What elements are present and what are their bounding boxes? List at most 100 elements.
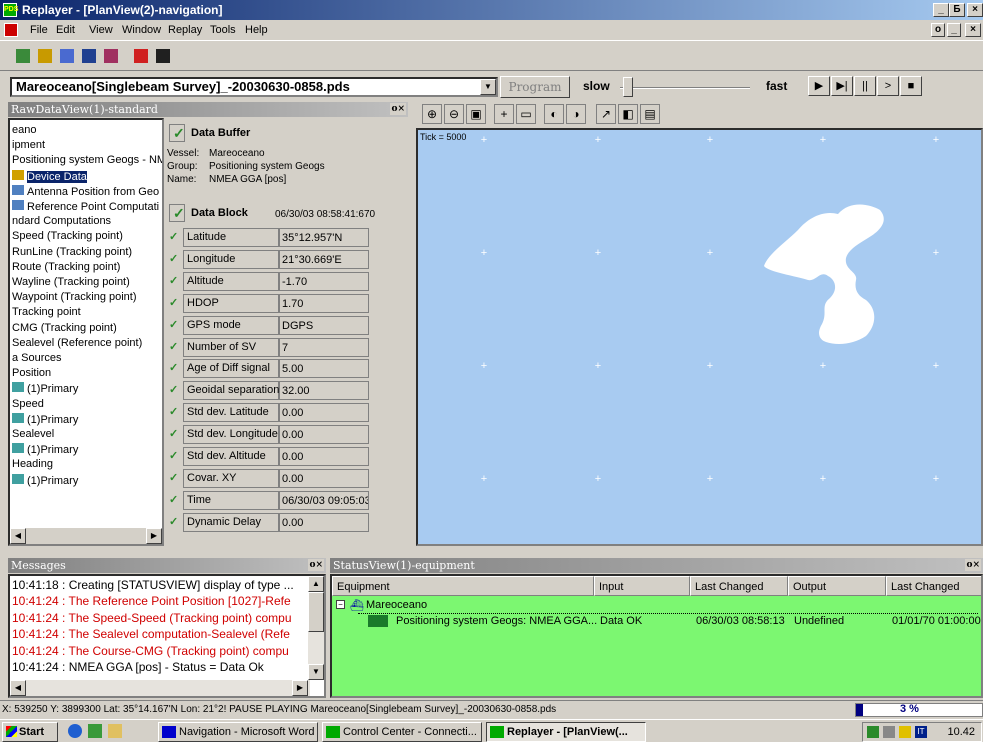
scroll-thumb[interactable] <box>308 592 324 632</box>
scroll-up-icon[interactable]: ▲ <box>308 576 324 592</box>
tray-app-icon[interactable] <box>899 726 911 738</box>
properties-icon[interactable]: ▤ <box>640 104 660 124</box>
center-icon[interactable]: ◑ <box>566 104 586 124</box>
tree-item[interactable]: Tracking point <box>12 306 81 318</box>
menu-view[interactable]: View <box>89 24 113 36</box>
language-icon[interactable]: IT <box>915 726 927 738</box>
tree-item[interactable]: Wayline (Tracking point) <box>12 276 130 288</box>
play-button[interactable]: ▶ <box>808 76 830 96</box>
zoom-extents-icon[interactable]: ▣ <box>466 104 486 124</box>
explorer-icon[interactable] <box>88 724 102 738</box>
zoom-out-icon[interactable]: ⊖ <box>444 104 464 124</box>
scroll-down-icon[interactable]: ▼ <box>308 664 324 680</box>
start-button[interactable]: Start <box>2 722 58 742</box>
program-button[interactable]: Program <box>500 76 570 98</box>
task-word[interactable]: Navigation - Microsoft Word <box>158 722 318 742</box>
vessel-node[interactable]: Mareoceano <box>366 599 427 611</box>
menu-help[interactable]: Help <box>245 24 268 36</box>
child-close-button[interactable]: × <box>965 23 981 37</box>
tree-item[interactable]: RunLine (Tracking point) <box>12 246 132 258</box>
crosshair-icon[interactable]: + <box>494 104 514 124</box>
tool-button-7[interactable] <box>152 45 172 65</box>
speed-slider-thumb[interactable] <box>622 77 633 97</box>
tree-item[interactable]: Sealevel (Reference point) <box>12 337 142 349</box>
tree-horizontal-scrollbar[interactable]: ◀ ▶ <box>10 528 162 544</box>
layers-icon[interactable]: ◧ <box>618 104 638 124</box>
messages-vertical-scrollbar[interactable]: ▲ ▼ <box>308 576 324 680</box>
table-row[interactable]: Positioning system Geogs: NMEA GGA... Da… <box>358 613 981 629</box>
tree-item[interactable]: CMG (Tracking point) <box>12 322 117 334</box>
tool-button-5[interactable] <box>100 45 120 65</box>
tree-item[interactable]: Route (Tracking point) <box>12 261 120 273</box>
messages-horizontal-scrollbar[interactable]: ◀ ▶ <box>10 680 310 696</box>
menu-window[interactable]: Window <box>122 24 161 36</box>
scroll-right-icon[interactable]: ▶ <box>292 680 308 696</box>
step-forward-button[interactable]: ▶| <box>831 76 853 96</box>
tree-item[interactable]: Waypoint (Tracking point) <box>12 291 137 303</box>
tool-button-4[interactable] <box>78 45 98 65</box>
task-replayer[interactable]: Replayer - [PlanView(... <box>486 722 646 742</box>
column-header-output[interactable]: Output <box>788 576 886 596</box>
scroll-left-icon[interactable]: ◀ <box>10 680 26 696</box>
child-minimize-button[interactable]: _ <box>947 23 961 37</box>
maximize-button[interactable]: Б <box>949 3 965 17</box>
panel-close-icon[interactable]: o× <box>308 559 324 571</box>
panel-close-icon[interactable]: o× <box>390 103 406 115</box>
menu-file[interactable]: File <box>30 24 48 36</box>
tool-button-2[interactable] <box>34 45 54 65</box>
collapse-icon[interactable]: − <box>336 600 345 609</box>
column-header-last-changed-out[interactable]: Last Changed <box>886 576 981 596</box>
tree-item[interactable]: (1)Primary <box>12 443 78 456</box>
scroll-left-icon[interactable]: ◀ <box>10 528 26 544</box>
tree-item[interactable]: a Sources <box>12 352 62 364</box>
tree-item[interactable]: Antenna Position from Geo <box>12 184 159 198</box>
close-button[interactable]: × <box>967 3 983 17</box>
tree-item[interactable]: Reference Point Computati <box>12 200 159 213</box>
tree-item[interactable]: Speed (Tracking point) <box>12 230 123 242</box>
menu-replay[interactable]: Replay <box>168 24 202 36</box>
menu-edit[interactable]: Edit <box>56 24 75 36</box>
ruler-icon[interactable]: ▭ <box>516 104 536 124</box>
zoom-in-icon[interactable]: ⊕ <box>422 104 442 124</box>
tree-item[interactable]: (1)Primary <box>12 412 78 426</box>
map-canvas[interactable]: Tick = 5000 + + + + + + + + + + + + + + + + + + + + <box>416 128 983 546</box>
tree-item[interactable]: Speed <box>12 398 44 410</box>
line-icon[interactable]: ↗ <box>596 104 616 124</box>
tool-button-6[interactable] <box>130 45 150 65</box>
pause-button[interactable]: || <box>854 76 876 96</box>
pan-icon[interactable]: ◐ <box>544 104 564 124</box>
tool-button-1[interactable] <box>12 45 32 65</box>
tree-item[interactable]: Positioning system Geogs - NME <box>12 154 162 166</box>
messages-list[interactable]: 10:41:18 : Creating [STATUSVIEW] display… <box>8 574 326 698</box>
chevron-down-icon[interactable]: ▼ <box>480 79 496 95</box>
network-tray-icon[interactable] <box>867 726 879 738</box>
panel-close-icon[interactable]: o× <box>965 559 981 571</box>
tree-item[interactable]: (1)Primary <box>12 473 78 487</box>
column-header-input[interactable]: Input <box>594 576 690 596</box>
data-tree[interactable]: eano ipment Positioning system Geogs - NME… <box>8 118 164 546</box>
desktop-icon[interactable] <box>108 724 122 738</box>
next-button[interactable]: > <box>877 76 899 96</box>
tree-item[interactable]: Position <box>12 367 51 379</box>
tree-item[interactable]: ipment <box>12 139 45 151</box>
scroll-right-icon[interactable]: ▶ <box>146 528 162 544</box>
tree-item[interactable]: ndard Computations <box>12 215 111 227</box>
tool-button-3[interactable] <box>56 45 76 65</box>
column-header-last-changed[interactable]: Last Changed <box>690 576 788 596</box>
tree-item[interactable]: (1)Primary <box>12 382 78 395</box>
tree-item[interactable]: Sealevel <box>12 428 54 440</box>
child-restore-button[interactable]: o <box>931 23 945 37</box>
speed-slider-track[interactable] <box>620 87 750 89</box>
document-icon[interactable] <box>4 23 18 37</box>
replay-file-select[interactable]: Mareoceano[Singlebeam Survey]_-20030630-… <box>10 77 498 97</box>
tree-item[interactable]: Device Data <box>12 169 87 183</box>
column-header-equipment[interactable]: Equipment <box>332 576 594 596</box>
menu-tools[interactable]: Tools <box>210 24 236 36</box>
volume-icon[interactable] <box>883 726 895 738</box>
tree-item[interactable]: Heading <box>12 458 53 470</box>
minimize-button[interactable]: _ <box>933 3 949 17</box>
task-control-center[interactable]: Control Center - Connecti... <box>322 722 482 742</box>
tree-item[interactable]: eano <box>12 124 36 136</box>
stop-button[interactable]: ■ <box>900 76 922 96</box>
browser-icon[interactable] <box>68 724 82 738</box>
